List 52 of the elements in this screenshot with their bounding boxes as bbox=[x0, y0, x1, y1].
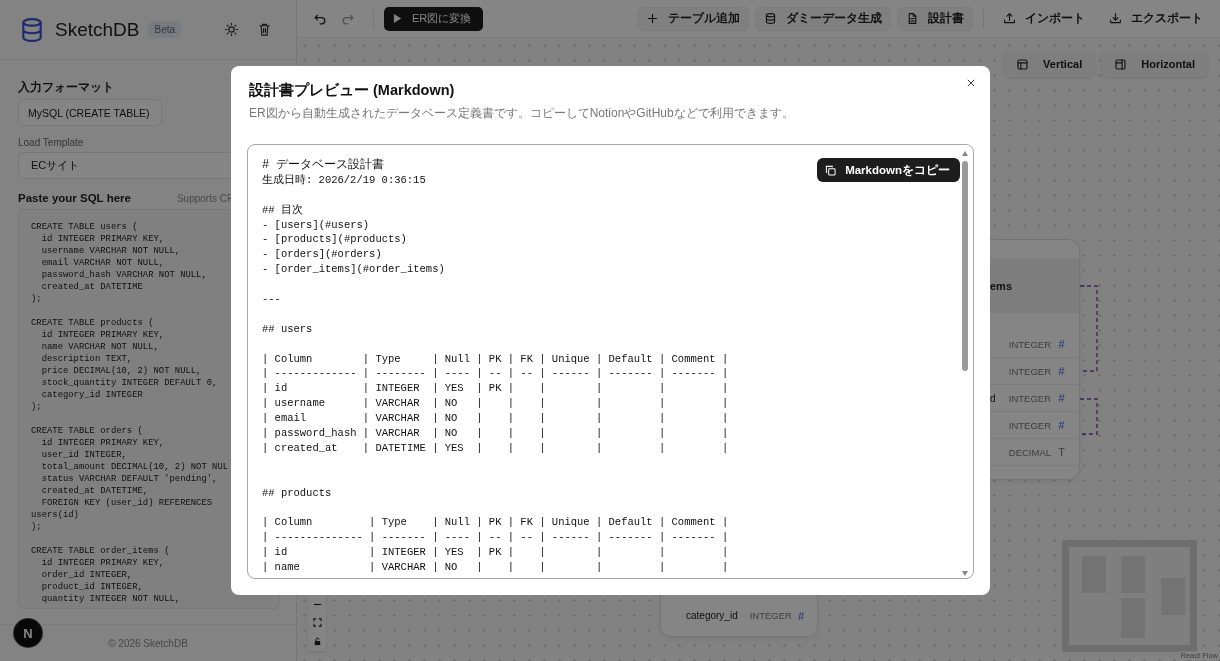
column-type: INTEGER bbox=[1008, 338, 1051, 350]
database-icon bbox=[764, 12, 777, 25]
column-type: DECIMAL bbox=[1008, 446, 1051, 458]
copy-button[interactable]: Markdownをコピー bbox=[817, 158, 960, 182]
sql-label: Paste your SQL here bbox=[18, 192, 131, 204]
type-mark: # bbox=[1057, 392, 1066, 404]
type-mark: # bbox=[797, 609, 805, 622]
play-icon bbox=[393, 13, 402, 24]
app-name: SketchDB bbox=[55, 18, 140, 41]
type-mark: # bbox=[1057, 338, 1066, 350]
database-icon bbox=[19, 16, 45, 43]
sun-icon[interactable] bbox=[224, 22, 239, 37]
type-mark: T bbox=[1057, 446, 1066, 458]
type-mark: # bbox=[1057, 365, 1066, 377]
column-name: d bbox=[990, 392, 996, 404]
table-node[interactable]: category_id INTEGER # bbox=[660, 595, 818, 637]
table-node[interactable]: ems INTEGER # INTEGER # d INTEGER # INTEGER # DECIMAL T bbox=[990, 239, 1080, 480]
column-type: INTEGER bbox=[1008, 419, 1051, 431]
toolbar-button[interactable]: エクスポート bbox=[1100, 6, 1212, 31]
markdown-line: --- bbox=[262, 292, 281, 307]
table-name: ems bbox=[990, 279, 1013, 292]
layout-button[interactable]: Horizontal bbox=[1101, 51, 1208, 77]
column-name: category_id bbox=[686, 610, 738, 621]
plus-icon bbox=[646, 12, 659, 25]
copyright: © 2026 SketchDB bbox=[108, 637, 188, 649]
column-type: INTEGER bbox=[1008, 365, 1051, 377]
download-icon bbox=[1109, 12, 1122, 25]
toolbar-button[interactable]: 設計書 bbox=[897, 6, 973, 31]
lock-icon[interactable] bbox=[312, 637, 322, 647]
format-label: 入力フォーマット bbox=[18, 80, 114, 95]
convert-button[interactable]: ER図に変換 bbox=[384, 6, 484, 31]
relation-line bbox=[1079, 398, 1098, 435]
fit-view-icon[interactable] bbox=[312, 618, 322, 628]
toolbar-button[interactable]: テーブル追加 bbox=[637, 6, 749, 31]
close-icon[interactable] bbox=[967, 79, 975, 87]
toolbar-button[interactable]: インポート bbox=[994, 6, 1094, 31]
upload-icon bbox=[1003, 12, 1016, 25]
beta-badge: Beta bbox=[147, 21, 183, 38]
dialog-subtitle: ER図から自動生成されたデータベース定義書です。コピーしてNotionやGitHubなどで利用できます。 bbox=[249, 105, 794, 122]
template-label: Load Template bbox=[18, 137, 84, 148]
column-type: INTEGER bbox=[1008, 392, 1051, 404]
dialog-title: 設計書プレビュー (Markdown) bbox=[249, 81, 455, 100]
toolbar-button[interactable]: ダミーデータ生成 bbox=[755, 6, 891, 31]
layout-button[interactable]: Vertical bbox=[1003, 51, 1096, 77]
type-mark: # bbox=[1057, 419, 1066, 431]
document-icon bbox=[906, 12, 919, 25]
layout-icon bbox=[1114, 57, 1128, 71]
column-type: INTEGER bbox=[749, 610, 792, 621]
layout-icon bbox=[1016, 57, 1030, 71]
format-select[interactable]: MySQL (CREATE TABLE) bbox=[18, 99, 162, 126]
trash-icon[interactable] bbox=[257, 22, 272, 37]
copy-icon bbox=[825, 164, 837, 176]
